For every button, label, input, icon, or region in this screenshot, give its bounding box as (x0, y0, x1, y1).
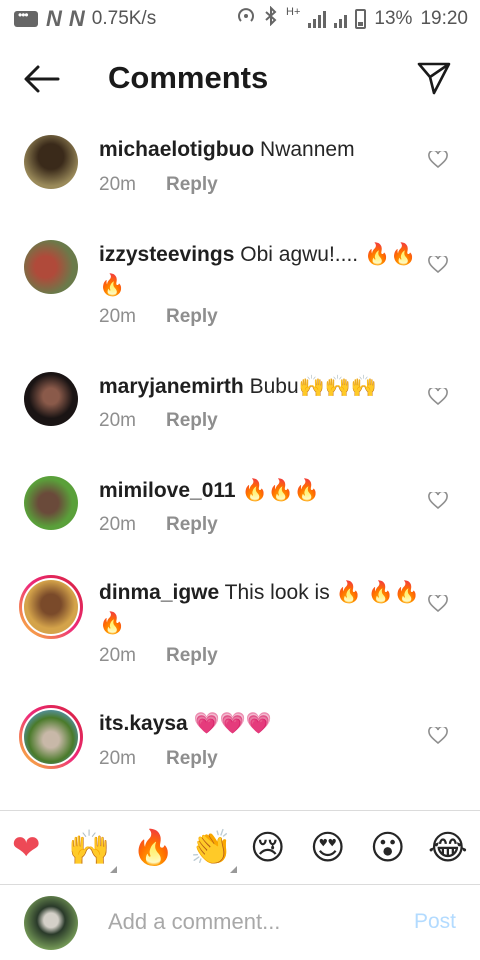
reply-button[interactable]: Reply (166, 514, 218, 536)
comment-username[interactable]: dinma_igwe (99, 581, 219, 604)
status-bar: N N 0.75K/s H+ 13% 19:20 (0, 0, 480, 38)
my-avatar[interactable] (24, 896, 78, 950)
message-icon (14, 8, 38, 27)
avatar[interactable] (24, 240, 78, 294)
quick-reactions: ❤ 🙌 🔥 👏 😢 😍 😮 😂 (0, 826, 480, 873)
hotspot-icon (236, 6, 256, 32)
reply-button[interactable]: Reply (166, 645, 218, 667)
reply-button[interactable]: Reply (166, 748, 218, 770)
skin-tone-indicator (230, 866, 237, 873)
fire-emoji-button[interactable]: 🔥 (132, 826, 174, 870)
clapping-hands-emoji-button[interactable]: 👏 (190, 826, 232, 870)
avatar[interactable] (24, 135, 78, 189)
reply-button[interactable]: Reply (166, 306, 218, 328)
heart-eyes-emoji-button[interactable]: 😍 (310, 826, 345, 870)
n-notification-icon: N (68, 6, 85, 31)
comment-text: Nwannem (260, 138, 355, 161)
heart-icon[interactable] (428, 386, 448, 406)
crying-face-emoji-button[interactable]: 😢 (250, 826, 285, 870)
comment-time: 20m (99, 174, 136, 195)
heart-icon[interactable] (428, 254, 448, 274)
comment-text: 🔥🔥🔥 (241, 479, 320, 502)
divider (0, 810, 480, 811)
reply-button[interactable]: Reply (166, 174, 218, 196)
signal-icon (334, 10, 348, 28)
laughing-face-emoji-button[interactable]: 😂 (428, 826, 468, 870)
comment-username[interactable]: maryjanemirth (99, 375, 244, 398)
comment-time: 20m (99, 645, 136, 666)
comment-item: michaelotigbuo Nwannem 20m Reply (0, 135, 480, 205)
n-notification-icon: N (46, 6, 62, 31)
raised-hands-emoji-button[interactable]: 🙌 (68, 826, 110, 870)
avatar[interactable] (24, 372, 78, 426)
comment-item: dinma_igwe This look is 🔥 🔥🔥🔥 20m Reply (0, 575, 480, 670)
reply-button[interactable]: Reply (166, 410, 218, 432)
heart-emoji-button[interactable]: ❤ (12, 826, 41, 870)
network-type: H+ (286, 6, 301, 18)
post-button[interactable]: Post (414, 910, 456, 934)
avatar[interactable] (19, 575, 83, 639)
comment-text: Bubu🙌🙌🙌 (249, 375, 378, 398)
heart-icon[interactable] (428, 149, 448, 169)
comment-username[interactable]: michaelotigbuo (99, 138, 254, 161)
clock: 19:20 (420, 8, 468, 29)
comment-time: 20m (99, 514, 136, 535)
skin-tone-indicator (110, 866, 117, 873)
paper-plane-icon[interactable] (416, 60, 452, 96)
comment-composer: Post (0, 884, 480, 960)
bluetooth-icon (264, 5, 278, 32)
header: Comments (0, 48, 480, 110)
heart-icon[interactable] (428, 593, 448, 613)
heart-icon[interactable] (428, 490, 448, 510)
heart-icon[interactable] (428, 725, 448, 745)
comment-text: 💗💗💗 (193, 712, 273, 735)
avatar[interactable] (19, 705, 83, 769)
comment-item: its.kaysa 💗💗💗 20m Reply (0, 705, 480, 775)
comment-input[interactable] (108, 906, 368, 938)
comment-time: 20m (99, 748, 136, 769)
comment-time: 20m (99, 410, 136, 431)
comment-username[interactable]: mimilove_011 (99, 479, 236, 502)
comment-username[interactable]: its.kaysa (99, 712, 188, 735)
network-speed: 0.75K/s (91, 8, 157, 29)
comment-time: 20m (99, 306, 136, 327)
avatar[interactable] (24, 476, 78, 530)
surprised-face-emoji-button[interactable]: 😮 (370, 826, 405, 870)
comment-item: izzysteevings Obi agwu!.... 🔥🔥🔥 20m Repl… (0, 240, 480, 335)
signal-icon (308, 10, 327, 28)
comment-item: maryjanemirth Bubu🙌🙌🙌 20m Reply (0, 372, 480, 442)
comment-item: mimilove_011 🔥🔥🔥 20m Reply (0, 476, 480, 546)
arrow-left-icon[interactable] (22, 62, 62, 96)
comment-username[interactable]: izzysteevings (99, 243, 234, 266)
page-title: Comments (108, 60, 269, 95)
battery-percent: 13% (374, 8, 413, 29)
battery-icon (355, 9, 367, 29)
